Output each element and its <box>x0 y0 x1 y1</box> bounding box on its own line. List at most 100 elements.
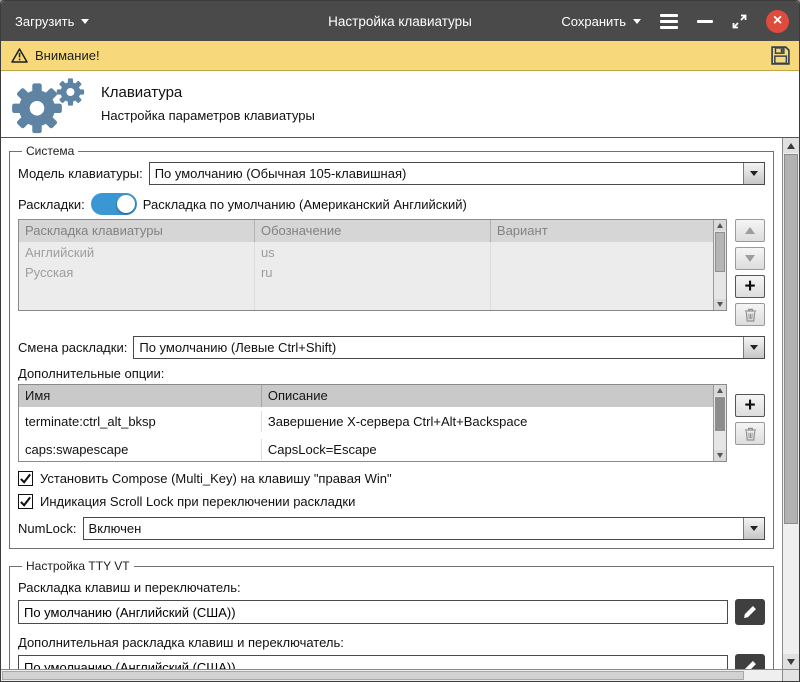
move-down-button[interactable] <box>735 247 765 270</box>
layouts-row: Раскладки: Раскладка по умолчанию (Амери… <box>18 193 765 215</box>
edit-extra-keymap-button[interactable] <box>735 654 765 669</box>
extra-options-scrollbar[interactable] <box>713 385 726 461</box>
add-option-button[interactable]: + <box>735 394 765 417</box>
load-menu-button[interactable]: Загрузить <box>15 14 89 29</box>
dropdown-button[interactable] <box>743 518 764 539</box>
horizontal-scrollbar[interactable] <box>1 669 782 681</box>
scrollbar-thumb[interactable] <box>2 671 744 680</box>
down-arrow-icon <box>787 659 795 665</box>
table-cell <box>491 242 713 262</box>
column-header: Вариант <box>491 220 713 242</box>
tty-keymap-field[interactable]: По умолчанию (Английский (США)) <box>18 600 728 624</box>
gears-icon <box>7 74 91 134</box>
hamburger-menu-icon[interactable] <box>660 14 678 29</box>
delete-layout-button[interactable] <box>735 303 765 326</box>
tty-extra-keymap-value: По умолчанию (Английский (США)) <box>24 660 236 670</box>
keyboard-settings-window: Загрузить Настройка клавиатуры Сохранить… <box>0 0 800 682</box>
tty-section: Настройка TTY VT Раскладка клавиш и пере… <box>9 559 774 669</box>
scroll-up-button[interactable] <box>783 138 799 153</box>
pencil-icon <box>743 605 757 619</box>
keyboard-model-select[interactable]: По умолчанию (Обычная 105-клавишная) <box>149 162 765 185</box>
tty-extra-keymap-label: Дополнительная раскладка клавиш и перекл… <box>18 635 765 650</box>
scrollbar-thumb[interactable] <box>715 232 725 272</box>
table-cell: Русская <box>19 262 255 282</box>
dropdown-button[interactable] <box>743 337 764 358</box>
keyboard-model-row: Модель клавиатуры: По умолчанию (Обычная… <box>18 162 765 185</box>
save-menu-label: Сохранить <box>561 14 626 29</box>
default-layout-toggle-label: Раскладка по умолчанию (Американский Анг… <box>143 197 467 212</box>
scrolllock-checkbox-label: Индикация Scroll Lock при переключении р… <box>40 494 355 509</box>
minimize-button[interactable] <box>697 10 713 32</box>
table-cell: Завершение X-сервера Ctrl+Alt+Backspace <box>262 411 713 432</box>
scroll-down-icon[interactable] <box>714 450 726 461</box>
table-row[interactable]: caps:swapescape CapsLock=Escape <box>19 435 713 462</box>
warning-icon <box>11 48 28 63</box>
tty-section-legend: Настройка TTY VT <box>22 559 134 573</box>
layout-switch-label: Смена раскладки: <box>18 340 127 355</box>
checkmark-icon <box>19 472 32 485</box>
save-menu-button[interactable]: Сохранить <box>561 14 641 29</box>
keyboard-model-value: По умолчанию (Обычная 105-клавишная) <box>150 163 743 184</box>
table-row: Русская ru <box>19 262 713 282</box>
scroll-down-icon[interactable] <box>714 299 726 310</box>
up-arrow-icon <box>787 143 795 149</box>
tty-extra-keymap-row: По умолчанию (Английский (США)) <box>18 654 765 669</box>
scroll-up-icon[interactable] <box>714 220 726 231</box>
table-cell: ru <box>255 262 491 282</box>
move-up-button[interactable] <box>735 219 765 242</box>
system-section-legend: Система <box>22 144 78 158</box>
close-button[interactable]: × <box>766 10 789 33</box>
checkmark-icon <box>19 495 32 508</box>
titlebar-actions: Сохранить × <box>561 10 789 33</box>
column-header: Раскладка клавиатуры <box>19 220 255 242</box>
layouts-table-zone: Раскладка клавиатуры Обозначение Вариант… <box>18 219 765 326</box>
default-layout-toggle[interactable] <box>91 193 137 215</box>
extra-options-table-zone: Имя Описание terminate:ctrl_alt_bksp Зав… <box>18 384 765 462</box>
layouts-label: Раскладки: <box>18 197 85 212</box>
scrollbar-thumb[interactable] <box>784 154 798 524</box>
layout-switch-row: Смена раскладки: По умолчанию (Левые Ctr… <box>18 336 765 359</box>
column-header: Описание <box>262 385 713 407</box>
toggle-knob <box>117 195 135 213</box>
numlock-select[interactable]: Включен <box>83 517 765 540</box>
numlock-value: Включен <box>84 518 743 539</box>
titlebar: Загрузить Настройка клавиатуры Сохранить… <box>1 1 799 41</box>
column-header: Обозначение <box>255 220 491 242</box>
warning-text: Внимание! <box>35 48 100 63</box>
settings-scrollpane: Система Модель клавиатуры: По умолчанию … <box>1 138 782 669</box>
tty-extra-keymap-field[interactable]: По умолчанию (Английский (США)) <box>18 655 728 669</box>
scrollbar-corner <box>782 669 799 681</box>
layouts-table-scrollbar[interactable] <box>713 220 726 310</box>
table-cell <box>491 262 713 282</box>
expand-icon <box>732 14 747 29</box>
scroll-down-button[interactable] <box>783 654 799 669</box>
chevron-down-icon <box>750 171 758 176</box>
table-cell: Английский <box>19 242 255 262</box>
delete-option-button[interactable] <box>735 422 765 445</box>
edit-keymap-button[interactable] <box>735 599 765 625</box>
table-row: Английский us <box>19 242 713 262</box>
table-cell: caps:swapescape <box>19 439 262 460</box>
vertical-scrollbar[interactable] <box>782 138 799 669</box>
column-header: Имя <box>19 385 262 407</box>
table-row[interactable]: terminate:ctrl_alt_bksp Завершение X-сер… <box>19 407 713 435</box>
content-area: Система Модель клавиатуры: По умолчанию … <box>1 137 799 681</box>
trash-icon <box>744 427 757 441</box>
scrolllock-checkbox[interactable] <box>18 494 33 509</box>
chevron-down-icon <box>750 526 758 531</box>
quick-save-button[interactable] <box>770 45 791 66</box>
up-arrow-icon <box>745 227 755 234</box>
layouts-table-header: Раскладка клавиатуры Обозначение Вариант <box>19 220 713 242</box>
add-layout-button[interactable]: + <box>735 275 765 298</box>
extra-options-table: Имя Описание terminate:ctrl_alt_bksp Зав… <box>18 384 727 462</box>
compose-checkbox[interactable] <box>18 471 33 486</box>
scrollbar-thumb[interactable] <box>715 397 725 431</box>
save-disk-icon <box>770 45 791 66</box>
maximize-button[interactable] <box>732 14 747 29</box>
layout-switch-select[interactable]: По умолчанию (Левые Ctrl+Shift) <box>133 336 765 359</box>
minimize-icon <box>697 20 713 23</box>
numlock-row: NumLock: Включен <box>18 517 765 540</box>
dropdown-button[interactable] <box>743 163 764 184</box>
scroll-up-icon[interactable] <box>714 385 726 396</box>
down-arrow-icon <box>745 255 755 262</box>
